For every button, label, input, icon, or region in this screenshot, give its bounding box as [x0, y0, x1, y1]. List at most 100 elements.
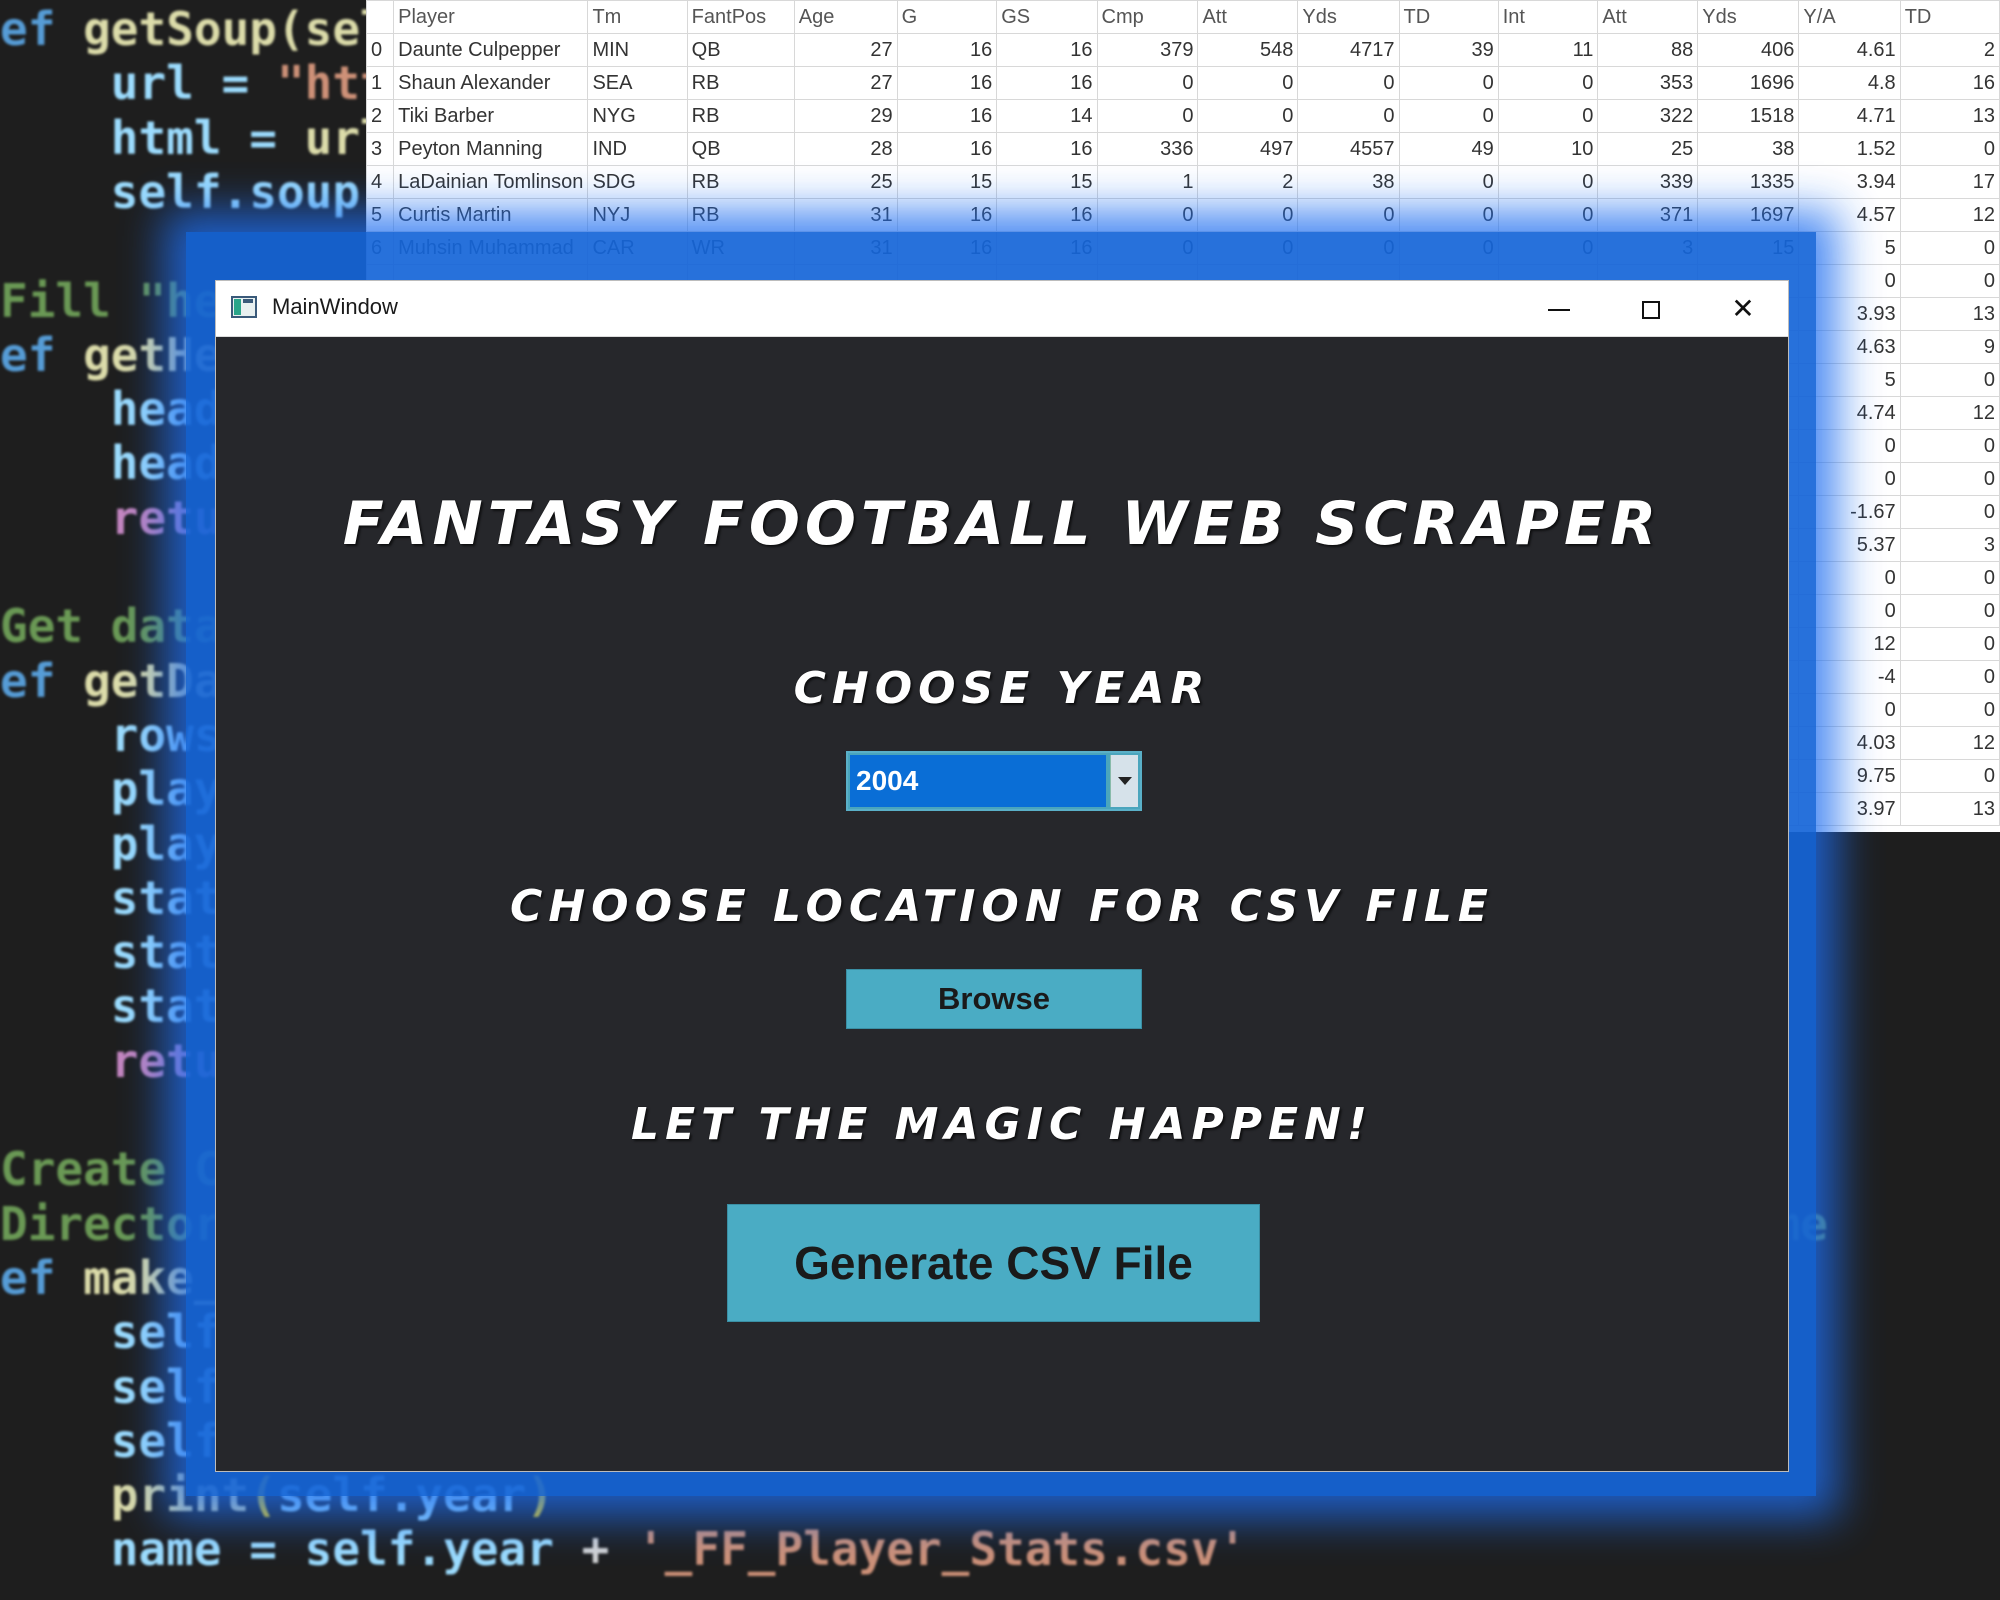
table-cell: 38 [1297, 165, 1400, 199]
table-cell: 379 [1096, 33, 1199, 67]
app-window-icon [231, 296, 257, 318]
table-cell: 4717 [1297, 33, 1400, 67]
table-cell: 2 [366, 99, 395, 133]
table-cell: 3 [1899, 528, 2000, 562]
table-cell: 0 [1899, 429, 2000, 463]
app-title: FANTASY FOOTBALL WEB SCRAPER [342, 489, 1662, 559]
magic-label: LET THE MAGIC HAPPEN! [631, 1099, 1373, 1150]
code-token: ef [0, 2, 84, 56]
table-cell: 16 [896, 33, 998, 67]
table-cell: 12 [1899, 726, 2000, 760]
table-cell: 4 [366, 165, 395, 199]
maximize-button[interactable] [1605, 281, 1697, 336]
table-cell: 0 [1398, 66, 1499, 100]
close-button[interactable]: ✕ [1697, 281, 1789, 336]
table-cell: Daunte Culpepper [393, 33, 589, 67]
table-cell: Tiki Barber [393, 99, 589, 133]
table-cell: 4557 [1297, 132, 1400, 166]
window-title: MainWindow [272, 294, 398, 319]
code-token: url = [0, 56, 277, 111]
table-cell: SEA [587, 66, 688, 100]
table-cell: 0 [1899, 231, 2000, 265]
table-cell: 2 [1899, 33, 2000, 67]
column-header: Int [1497, 0, 1599, 34]
table-cell: RB [686, 165, 795, 199]
table-cell: 16 [996, 198, 1098, 232]
table-cell: 0 [1197, 99, 1299, 133]
table-cell: 0 [1899, 594, 2000, 628]
code-token: self.year [304, 1522, 554, 1577]
table-cell: 16 [896, 99, 998, 133]
generate-csv-button[interactable]: Generate CSV File [727, 1204, 1260, 1322]
code-token: html = [0, 110, 305, 165]
table-cell: QB [686, 132, 795, 166]
chevron-down-icon[interactable] [1110, 755, 1138, 807]
table-cell: 1518 [1697, 99, 1800, 133]
table-cell: 3.94 [1798, 165, 1901, 199]
table-cell: LaDainian Tomlinson [393, 165, 589, 199]
table-cell: 25 [793, 165, 898, 199]
table-cell: 38 [1697, 132, 1800, 166]
table-cell: RB [686, 198, 795, 232]
table-cell: 16 [996, 33, 1098, 67]
table-cell: 0 [1497, 99, 1599, 133]
table-cell: 0 [1899, 561, 2000, 595]
column-header: FantPos [686, 0, 795, 34]
table-cell: 13 [1899, 297, 2000, 331]
table-cell: 0 [1899, 759, 2000, 793]
table-cell: 0 [1297, 99, 1400, 133]
table-cell: 3 [366, 132, 395, 166]
table-cell: SDG [587, 165, 688, 199]
table-cell: RB [686, 66, 795, 100]
choose-location-label: CHOOSE LOCATION FOR CSV FILE [510, 881, 1494, 932]
column-header: G [896, 0, 998, 34]
table-cell: 0 [1398, 99, 1499, 133]
table-cell: 0 [1497, 66, 1599, 100]
column-header: Tm [587, 0, 688, 34]
year-combobox[interactable]: 2004 [846, 751, 1142, 811]
table-row: 5 Curtis Martin NYJ RB 31 16 16 0 0 0 0 0 371 1697 4.5… [366, 198, 2000, 232]
column-header: Yds [1297, 0, 1400, 34]
column-header: TD [1398, 0, 1499, 34]
table-cell: IND [587, 132, 688, 166]
table-cell: 16 [996, 132, 1098, 166]
table-cell: 1335 [1697, 165, 1800, 199]
table-cell: 27 [793, 66, 898, 100]
table-cell: 28 [793, 132, 898, 166]
table-cell: 25 [1597, 132, 1699, 166]
table-cell: 4.57 [1798, 198, 1901, 232]
table-cell: 0 [1197, 66, 1299, 100]
table-cell: 0 [1899, 660, 2000, 694]
minimize-button[interactable] [1513, 281, 1605, 336]
table-cell: 0 [1899, 495, 2000, 529]
table-cell: 0 [1398, 165, 1499, 199]
table-cell: 1697 [1697, 198, 1800, 232]
table-cell: 16 [896, 198, 998, 232]
table-cell: 336 [1096, 132, 1199, 166]
table-cell: 0 [1899, 462, 2000, 496]
table-cell: NYJ [587, 198, 688, 232]
table-cell: QB [686, 33, 795, 67]
column-header: Player [393, 0, 589, 34]
table-cell: MIN [587, 33, 688, 67]
table-cell: RB [686, 99, 795, 133]
table-cell: 0 [1096, 99, 1199, 133]
minimize-icon [1548, 309, 1570, 311]
table-cell: 406 [1697, 33, 1800, 67]
browse-button[interactable]: Browse [846, 969, 1142, 1029]
column-header: GS [996, 0, 1098, 34]
table-cell: 0 [1096, 198, 1199, 232]
table-cell: 1 [366, 66, 395, 100]
table-cell: 10 [1497, 132, 1599, 166]
maximize-icon [1642, 301, 1660, 319]
title-bar[interactable]: MainWindow ✕ [216, 281, 1788, 337]
table-row: 2 Tiki Barber NYG RB 29 16 14 0 0 0 0 0 322 1518 4.71 1… [366, 99, 2000, 133]
code-token: ef [0, 1250, 84, 1305]
table-cell: 0 [1297, 198, 1400, 232]
table-cell: 0 [1899, 693, 2000, 727]
column-header: Att [1597, 0, 1699, 34]
table-cell: Peyton Manning [393, 132, 589, 166]
year-selected-value: 2004 [850, 755, 1106, 807]
table-cell: Shaun Alexander [393, 66, 589, 100]
choose-year-label: CHOOSE YEAR [793, 663, 1211, 714]
